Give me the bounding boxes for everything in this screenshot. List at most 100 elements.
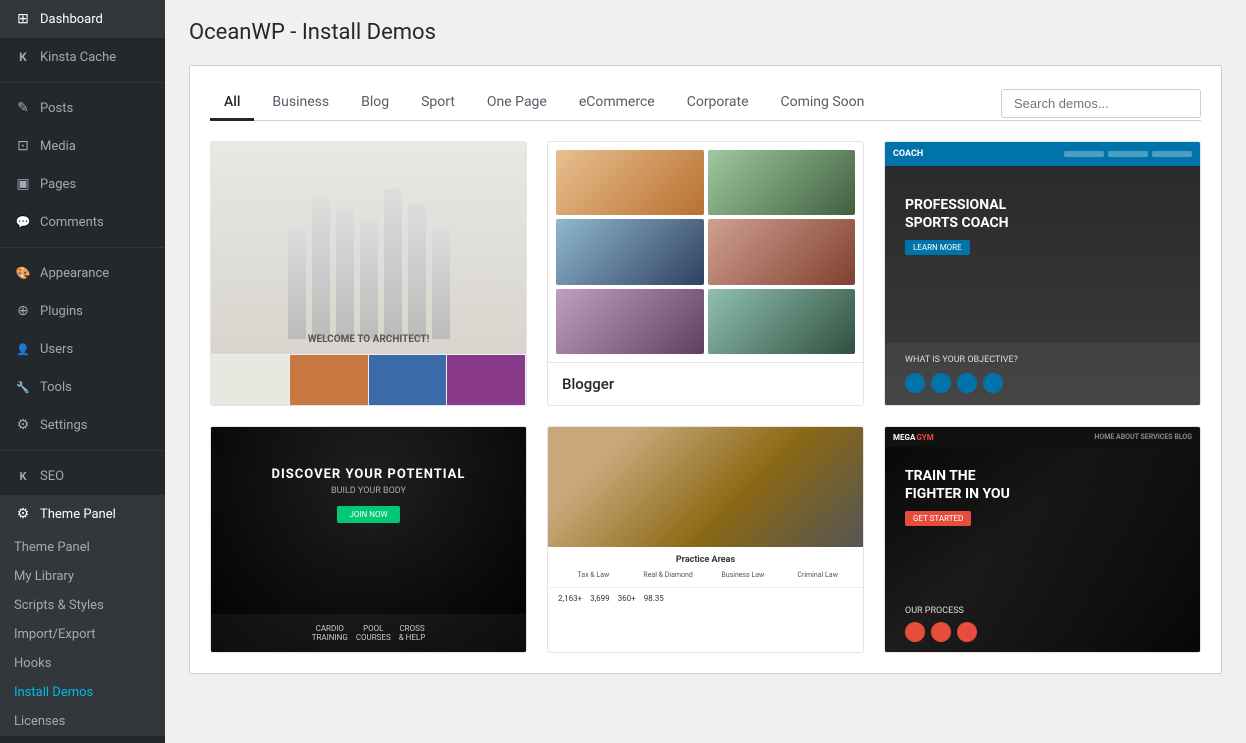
sidebar-item-appearance[interactable]: 🎨 Appearance [0,254,165,292]
arch-thumb [290,355,369,405]
blog-thumb [708,289,856,354]
coach-brand: COACH [893,149,923,159]
arch-col [336,209,354,339]
mega-brand-accent: GYM [916,433,933,442]
demo-card-architect[interactable]: WELCOME TO ARCHITECT! Architect [210,141,527,406]
sidebar-item-label: Settings [40,418,87,433]
demo-label-gym: Gym [211,652,526,653]
arch-col [312,199,330,339]
demo-card-lawyer[interactable]: We Are Lawyers Justice We fight for you … [547,426,864,653]
lawyer-person-bg [548,427,863,547]
settings-icon: ⚙ [14,416,32,434]
sidebar-item-plugins[interactable]: ⊕ Plugins [0,292,165,330]
coach-icons [905,373,1180,393]
sidebar-item-label: Tools [40,380,72,395]
tab-corporate[interactable]: Corporate [673,86,763,121]
sidebar-item-posts[interactable]: ✎ Posts [0,89,165,127]
sidebar-submenu-hooks[interactable]: Hooks [0,649,165,678]
sidebar-item-label: Plugins [40,304,83,319]
plugins-icon: ⊕ [14,302,32,320]
tab-coming-soon[interactable]: Coming Soon [767,86,879,121]
sidebar-divider-2 [0,247,165,248]
arch-thumb [369,355,448,405]
arch-col [360,219,378,339]
gym-feature: CROSS& HELP [399,624,426,642]
coach-icon [931,373,951,393]
sidebar-item-media[interactable]: ⊡ Media [0,127,165,165]
sidebar-item-users[interactable]: 👤 Users [0,330,165,368]
coach-title: PROFESSIONALSPORTS COACH [905,196,1009,232]
sidebar-item-label: Dashboard [40,12,103,27]
sidebar-item-tools[interactable]: 🔧 Tools [0,368,165,406]
tab-blog[interactable]: Blog [347,86,403,121]
arch-thumb [211,355,290,405]
lawyer-stats: 2,163+ 3,699 360+ 98.35 [548,587,863,609]
lawyer-stat: 3,699 [590,594,610,603]
demo-preview-architect: WELCOME TO ARCHITECT! [211,142,526,405]
lawyer-stat: 98.35 [644,594,664,603]
arch-col [384,189,402,339]
gym-title: DISCOVER YOUR POTENTIAL [272,467,466,482]
search-input[interactable] [1001,89,1201,118]
demo-card-blogger[interactable]: Blogger [547,141,864,406]
posts-icon: ✎ [14,99,32,117]
sidebar-item-theme-panel[interactable]: ⚙ Theme Panel [0,495,165,533]
lawyer-area: Criminal Law [782,571,853,579]
nav-dot [1108,151,1148,157]
blog-thumb [556,289,704,354]
sidebar-item-label: Theme Panel [40,507,116,522]
tab-ecommerce[interactable]: eCommerce [565,86,669,121]
sidebar-item-kinsta-cache[interactable]: K Kinsta Cache [0,38,165,76]
sidebar-submenu-import-export[interactable]: Import/Export [0,620,165,649]
sidebar-submenu-licenses[interactable]: Licenses [0,707,165,736]
sidebar-item-pages[interactable]: ▣ Pages [0,165,165,203]
appearance-icon: 🎨 [14,264,32,282]
gym-lower: CARDIOTRAINING POOLCOURSES CROSS& HELP [211,614,526,652]
sidebar-item-seo[interactable]: K SEO [0,457,165,495]
sidebar-submenu-install-demos[interactable]: Install Demos [0,678,165,707]
mega-brand: MEGA [893,433,915,442]
mega-lower: OUR PROCESS [885,596,1200,652]
dashboard-icon: ⊞ [14,10,32,28]
tab-business[interactable]: Business [258,86,343,121]
demo-preview-gym: DISCOVER YOUR POTENTIAL BUILD YOUR BODY … [211,427,526,652]
demo-preview-coach: COACH PROFESSIONALSPORTS COACH LEARN MOR… [885,142,1200,405]
blog-thumb [556,219,704,284]
arch-col [408,204,426,339]
coach-lower-text: WHAT IS YOUR OBJECTIVE? [905,355,1180,365]
tab-sport[interactable]: Sport [407,86,469,121]
gym-subtitle: BUILD YOUR BODY [331,486,406,496]
demo-card-megagym[interactable]: MEGA GYM HOME ABOUT SERVICES BLOG TRAIN … [884,426,1201,653]
sidebar-item-comments[interactable]: 💬 Comments [0,203,165,241]
sidebar-item-label: Users [40,342,73,357]
demo-card-gym[interactable]: DISCOVER YOUR POTENTIAL BUILD YOUR BODY … [210,426,527,653]
arch-thumbnails [211,354,526,405]
gym-features: CARDIOTRAINING POOLCOURSES CROSS& HELP [221,624,516,642]
comments-icon: 💬 [14,213,32,231]
filter-tabs: All Business Blog Sport One Page eCommer… [210,86,1201,121]
lawyer-area: Business Law [708,571,779,579]
demo-card-coach[interactable]: COACH PROFESSIONALSPORTS COACH LEARN MOR… [884,141,1201,406]
gym-feature: CARDIOTRAINING [312,624,348,642]
media-icon: ⊡ [14,137,32,155]
sidebar-divider-3 [0,450,165,451]
sidebar-item-settings[interactable]: ⚙ Settings [0,406,165,444]
arch-text-overlay: WELCOME TO ARCHITECT! [308,334,430,345]
sidebar: ⊞ Dashboard K Kinsta Cache ✎ Posts ⊡ Med… [0,0,165,743]
sidebar-submenu-scripts-styles[interactable]: Scripts & Styles [0,591,165,620]
demo-preview-blogger [548,142,863,362]
sidebar-item-label: Media [40,139,76,154]
tab-one-page[interactable]: One Page [473,86,561,121]
demo-label-megagym: Megagym [885,652,1200,653]
tab-all[interactable]: All [210,86,254,121]
coach-icon [905,373,925,393]
pages-icon: ▣ [14,175,32,193]
gym-cta: JOIN NOW [337,506,399,523]
blog-thumb [708,150,856,215]
lawyer-stat: 360+ [618,594,636,603]
sidebar-item-dashboard[interactable]: ⊞ Dashboard [0,0,165,38]
sidebar-submenu-theme-panel[interactable]: Theme Panel [0,533,165,562]
mega-title: TRAIN THEFIGHTER IN YOU [905,467,1010,503]
arch-thumb [447,355,526,405]
sidebar-submenu-my-library[interactable]: My Library [0,562,165,591]
